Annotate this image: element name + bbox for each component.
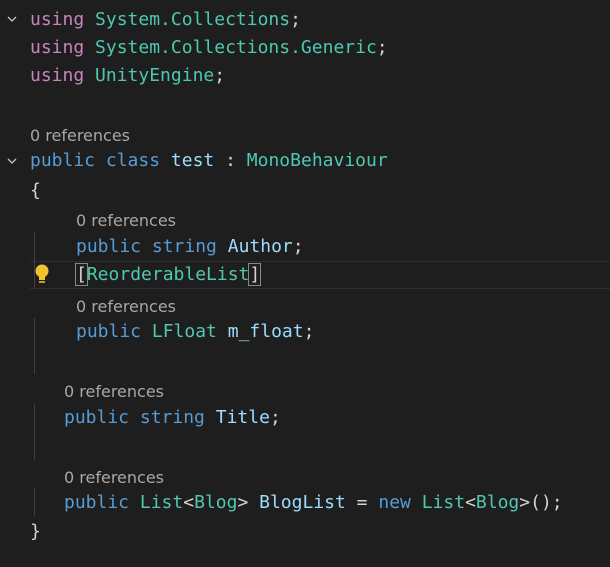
- field-name: Title: [215, 407, 270, 428]
- keyword: public: [64, 407, 130, 428]
- field-name: m_float: [227, 321, 304, 342]
- type-name: Blog: [194, 492, 238, 513]
- punctuation: :: [225, 150, 236, 171]
- chevron-down-icon[interactable]: [6, 13, 18, 25]
- code-line[interactable]: public string Title;: [64, 404, 281, 432]
- punctuation: ;: [292, 236, 304, 257]
- keyword: string: [151, 236, 217, 257]
- code-line[interactable]: public LFloat m_float;: [76, 318, 314, 346]
- punctuation: ;: [303, 321, 315, 342]
- type-name: List: [139, 492, 184, 513]
- namespace: System.Collections: [95, 9, 291, 30]
- attribute-name: ReorderableList: [86, 264, 250, 285]
- keyword: public: [30, 150, 96, 171]
- punctuation: <: [465, 492, 476, 513]
- indent-guide: [34, 318, 35, 374]
- type-name: Blog: [475, 492, 520, 513]
- code-line[interactable]: using UnityEngine;: [30, 62, 225, 90]
- indent-guide: [34, 404, 35, 460]
- bracket: ]: [248, 263, 262, 286]
- lightbulb-icon[interactable]: [34, 264, 50, 286]
- punctuation: >: [519, 492, 531, 513]
- type-name: LFloat: [151, 321, 217, 342]
- keyword: string: [139, 407, 205, 428]
- codelens-references[interactable]: 0 references: [30, 124, 130, 148]
- indent-guide: [34, 488, 35, 516]
- keyword: public: [64, 492, 130, 513]
- keyword: class: [105, 150, 161, 171]
- punctuation: >: [237, 492, 249, 513]
- namespace: System.Collections.Generic: [95, 37, 377, 58]
- namespace: UnityEngine: [95, 65, 215, 86]
- codelens-references[interactable]: 0 references: [64, 380, 164, 404]
- codelens-references[interactable]: 0 references: [64, 466, 164, 490]
- keyword: using: [30, 65, 85, 86]
- punctuation: ;: [290, 9, 301, 30]
- keyword: public: [76, 236, 142, 257]
- punctuation: =: [356, 492, 368, 513]
- keyword: public: [76, 321, 142, 342]
- type-name: MonoBehaviour: [246, 150, 388, 171]
- code-line[interactable]: using System.Collections;: [30, 6, 301, 34]
- code-line[interactable]: [ReorderableList]: [75, 261, 262, 289]
- type-name: List: [421, 492, 466, 513]
- code-line[interactable]: public string Author;: [76, 233, 304, 261]
- class-name: test: [170, 150, 215, 171]
- keyword: new: [378, 492, 411, 513]
- bracket: [: [75, 263, 88, 286]
- open-brace[interactable]: {: [30, 177, 41, 205]
- code-line[interactable]: public class test : MonoBehaviour: [30, 147, 388, 175]
- field-name: Author: [227, 236, 293, 257]
- punctuation: ();: [530, 492, 563, 513]
- punctuation: ;: [214, 65, 226, 86]
- punctuation: ;: [376, 37, 388, 58]
- punctuation: <: [183, 492, 195, 513]
- chevron-down-icon[interactable]: [6, 155, 18, 167]
- keyword: using: [30, 9, 85, 30]
- punctuation: ;: [269, 407, 281, 428]
- keyword: using: [30, 37, 85, 58]
- code-line[interactable]: using System.Collections.Generic;: [30, 34, 388, 62]
- codelens-references[interactable]: 0 references: [76, 209, 176, 233]
- codelens-references[interactable]: 0 references: [76, 295, 176, 319]
- code-line[interactable]: public List<Blog> BlogList = new List<Bl…: [64, 489, 563, 517]
- close-brace[interactable]: }: [30, 518, 41, 546]
- field-name: BlogList: [259, 492, 346, 513]
